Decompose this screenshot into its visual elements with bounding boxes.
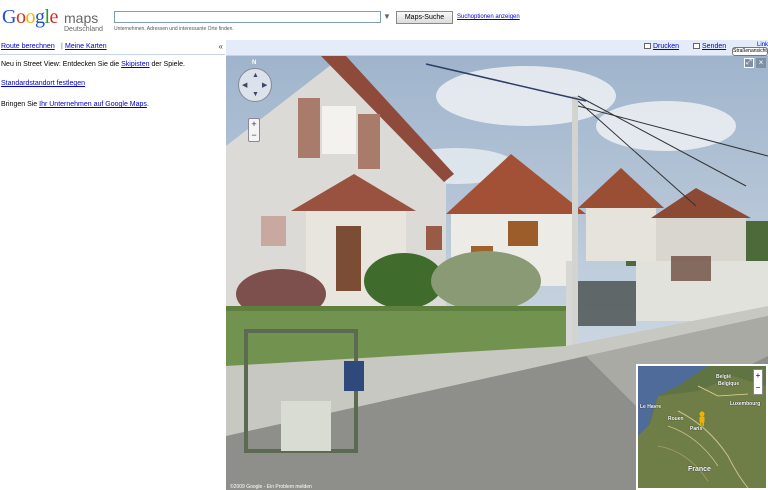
my-maps-link[interactable]: Meine Karten: [65, 43, 107, 50]
header: Google maps Deutschland ▼ Unternehmen, A…: [0, 0, 768, 40]
map-label: België: [716, 374, 732, 380]
logo-letter: e: [49, 6, 59, 28]
pan-left-icon[interactable]: ◀: [242, 81, 247, 89]
news-suffix: der Spiele.: [149, 61, 185, 68]
search-history-dropdown-icon[interactable]: ▼: [382, 12, 392, 22]
printer-icon: [644, 43, 651, 49]
map-label: Luxembourg: [730, 401, 761, 407]
pan-up-icon[interactable]: ▲: [252, 72, 259, 79]
street-view-tab[interactable]: Straßenansicht: [732, 47, 768, 56]
search-input[interactable]: [114, 11, 381, 23]
pegman-icon[interactable]: [698, 411, 706, 427]
overview-map[interactable]: België Belgique Le Havre Rouen Paris Lux…: [636, 364, 768, 490]
map-label: Rouen: [668, 416, 684, 422]
overview-zoom-in-button[interactable]: +: [754, 370, 762, 382]
street-view-news: Neu in Street View: Entdecken Sie die Sk…: [1, 61, 185, 68]
left-panel-tabs: Route berechnen | Meine Karten «: [0, 40, 225, 55]
zoom-in-button[interactable]: +: [249, 119, 259, 130]
left-panel: Route berechnen | Meine Karten « Neu in …: [0, 40, 225, 490]
search-options-link[interactable]: Suchoptionen anzeigen: [457, 14, 520, 20]
logo-letter: o: [25, 6, 35, 28]
collapse-panel-icon[interactable]: «: [219, 42, 223, 51]
north-indicator: N: [252, 60, 257, 66]
street-view-zoom-control: + −: [248, 118, 260, 142]
add-business-link[interactable]: Ihr Unternehmen auf Google Maps: [39, 101, 147, 108]
maps-search-button[interactable]: Maps-Suche: [396, 11, 453, 24]
promo-suffix: .: [146, 101, 149, 108]
set-default-location-link[interactable]: Standardstandort festlegen: [1, 80, 85, 87]
map-toolbar: Drucken Senden Link: [226, 40, 768, 56]
zoom-out-button[interactable]: −: [249, 130, 259, 141]
map-label: Le Havre: [640, 404, 662, 410]
send-button[interactable]: Senden: [693, 43, 726, 50]
logo-letter: G: [2, 6, 16, 28]
overview-zoom-control: + −: [753, 369, 763, 395]
news-text: Neu in Street View: Entdecken Sie die: [1, 61, 122, 68]
fullscreen-icon[interactable]: ⤢: [744, 58, 754, 68]
mail-icon: [693, 43, 700, 49]
pan-down-icon[interactable]: ▼: [252, 91, 259, 98]
google-maps-logo[interactable]: Google maps Deutschland: [2, 6, 112, 36]
print-label: Drucken: [653, 43, 680, 50]
link-separator: |: [61, 43, 63, 50]
directions-link[interactable]: Route berechnen: [1, 43, 55, 50]
logo-letter: o: [15, 6, 26, 28]
navigation-compass[interactable]: N ▲ ▼ ◀ ▶: [238, 60, 272, 102]
send-label: Senden: [702, 43, 727, 50]
default-location-row: Standardstandort festlegen: [1, 80, 85, 87]
country-label: Deutschland: [64, 26, 103, 33]
print-button[interactable]: Drucken: [644, 43, 679, 50]
map-label: Belgique: [718, 381, 740, 387]
close-icon[interactable]: ×: [756, 58, 766, 68]
pan-right-icon[interactable]: ▶: [262, 81, 267, 89]
copyright-text: ©2009 Google - Ein Problem melden: [230, 484, 312, 490]
google-wordmark: Google: [2, 6, 58, 29]
overview-zoom-out-button[interactable]: −: [754, 382, 762, 394]
business-promo: Bringen Sie Ihr Unternehmen auf Google M…: [1, 101, 149, 108]
promo-text: Bringen Sie: [1, 101, 40, 108]
search-hint: Unternehmen, Adressen und interessante O…: [114, 26, 234, 32]
ski-slopes-link[interactable]: Skipisten: [121, 61, 149, 68]
product-name: maps: [64, 10, 99, 26]
logo-letter: g: [34, 6, 45, 28]
country-map-label: France: [688, 466, 711, 473]
